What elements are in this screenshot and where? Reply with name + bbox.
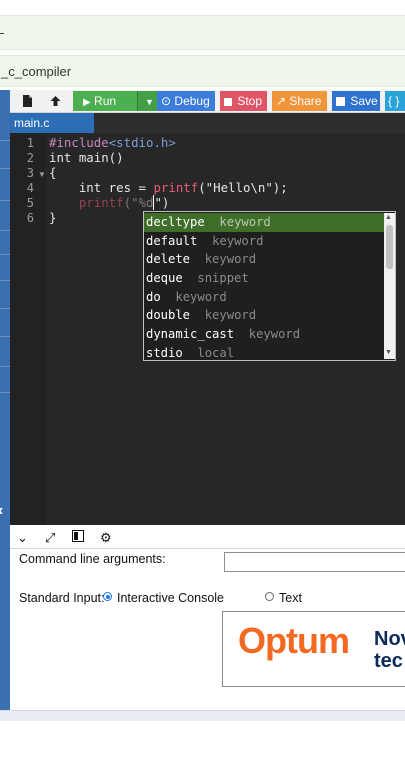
code-line-5: printf("%d") bbox=[78, 195, 170, 210]
caret-down-icon: ▼ bbox=[145, 97, 154, 107]
autocomplete-item[interactable]: dynamic_cast keyword bbox=[144, 325, 384, 344]
upload-icon[interactable] bbox=[44, 92, 66, 110]
ad-text-line-2: tec bbox=[374, 650, 403, 672]
file-icon[interactable] bbox=[16, 92, 38, 110]
left-sidebar[interactable]: ‹ B bbox=[0, 90, 10, 759]
stop-button[interactable]: Stop bbox=[220, 91, 267, 111]
stdin-label: Standard Input: bbox=[19, 591, 105, 605]
autocomplete-popup[interactable]: decltype keyword default keyword delete … bbox=[143, 211, 396, 361]
info-banner bbox=[0, 15, 405, 50]
line-number: 4 bbox=[26, 181, 34, 195]
text-radio[interactable] bbox=[265, 592, 274, 601]
share-button[interactable]: ↗ Share bbox=[272, 91, 327, 111]
scroll-down-icon[interactable]: ▼ bbox=[385, 349, 392, 356]
autocomplete-item[interactable]: delete keyword bbox=[144, 250, 384, 269]
play-icon: ▶ bbox=[83, 97, 91, 108]
gear-icon[interactable]: ⚙ bbox=[100, 530, 112, 546]
sidebar-collapse-icon[interactable]: ‹ bbox=[0, 502, 3, 520]
line-gutter: 1 2 3 4 5 6 bbox=[10, 133, 46, 525]
sidebar-letter: B bbox=[0, 748, 7, 759]
scroll-up-icon[interactable]: ▲ bbox=[385, 214, 392, 221]
interactive-console-radio[interactable] bbox=[103, 592, 112, 601]
debug-icon: ⊙ bbox=[161, 94, 172, 108]
line-number: 5 bbox=[26, 196, 34, 210]
advertisement[interactable]: Optum Nov tec bbox=[222, 611, 405, 687]
fold-arrow-icon[interactable]: ▼ bbox=[38, 170, 46, 179]
chevron-down-icon[interactable]: ⌄ bbox=[17, 530, 28, 546]
page-title: _c_compiler bbox=[1, 64, 72, 79]
text-option-label[interactable]: Text bbox=[279, 591, 302, 605]
autocomplete-item[interactable]: double keyword bbox=[144, 306, 384, 325]
io-panel-toolbar: ⌄ ⤢ ⚙ bbox=[10, 528, 405, 549]
ad-brand-logo: Optum bbox=[238, 620, 350, 661]
cmd-args-label: Command line arguments: bbox=[19, 552, 166, 566]
autocomplete-item[interactable]: default keyword bbox=[144, 232, 384, 251]
debug-button[interactable]: ⊙ Debug bbox=[157, 91, 215, 111]
autocomplete-item[interactable]: do keyword bbox=[144, 288, 384, 307]
interactive-console-label[interactable]: Interactive Console bbox=[117, 591, 224, 605]
page-title-banner: _c_compiler bbox=[0, 55, 405, 87]
code-line-6: } bbox=[49, 210, 57, 225]
code-line-1: #include<stdio.h> bbox=[49, 135, 176, 150]
os-taskbar bbox=[0, 710, 405, 721]
share-icon: ↗ bbox=[276, 94, 287, 108]
expand-icon[interactable]: ⤢ bbox=[45, 530, 55, 546]
line-number: 1 bbox=[26, 136, 34, 150]
code-line-2: int main() bbox=[49, 150, 124, 165]
autocomplete-scroll-thumb[interactable] bbox=[386, 225, 393, 269]
save-button[interactable]: Save bbox=[332, 91, 380, 111]
panel-icon[interactable] bbox=[72, 530, 84, 545]
editor-toolbar: ▶ Run ▼ ⊙ Debug Stop ↗ Share Save { } bbox=[10, 90, 405, 113]
cmd-args-input[interactable] bbox=[224, 552, 405, 572]
beautify-button[interactable]: { } bbox=[385, 91, 405, 111]
line-number: 2 bbox=[26, 151, 34, 165]
autocomplete-item[interactable]: stdio local bbox=[144, 344, 384, 363]
line-number: 3 bbox=[26, 166, 34, 180]
code-line-4: int res = printf("Hello\n"); bbox=[49, 180, 288, 195]
stop-icon bbox=[224, 98, 232, 106]
autocomplete-item[interactable]: deque snippet bbox=[144, 269, 384, 288]
line-number: 6 bbox=[26, 211, 34, 225]
save-icon bbox=[336, 97, 345, 106]
code-line-3: { bbox=[49, 165, 57, 180]
run-button[interactable]: ▶ Run bbox=[73, 91, 137, 111]
ad-text-line-1: Nov bbox=[374, 628, 405, 650]
tab-main-c[interactable]: main.c bbox=[10, 113, 94, 133]
autocomplete-item[interactable]: decltype keyword bbox=[144, 213, 384, 232]
